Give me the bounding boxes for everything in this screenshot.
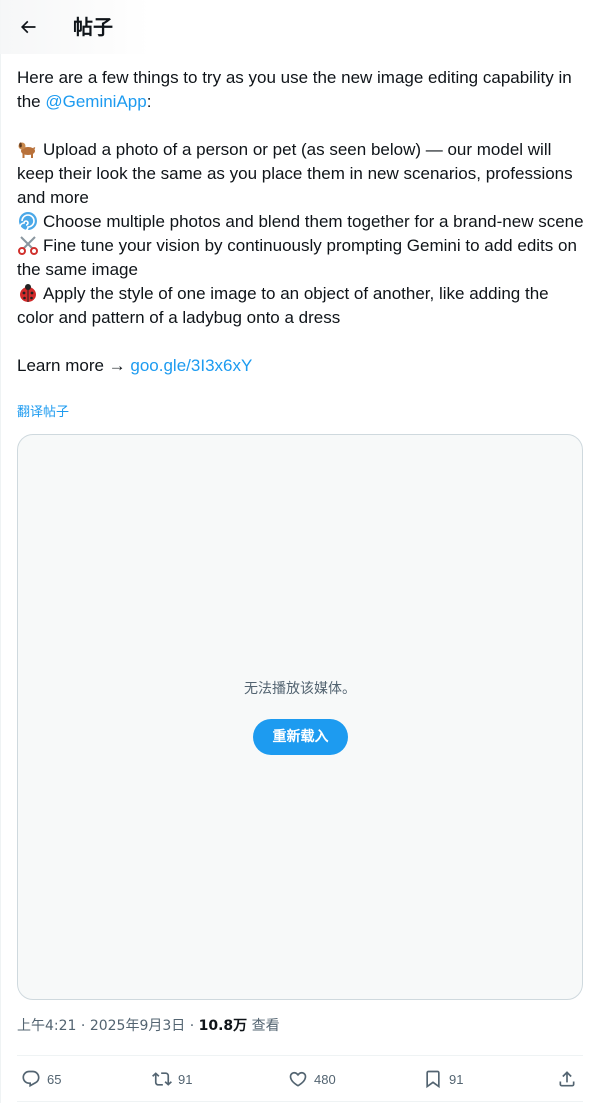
reply-button[interactable]: 65 [21,1056,61,1102]
post-text: Here are a few things to try as you use … [17,66,585,378]
ladybug-icon [20,284,36,302]
page-title: 帖子 [73,15,113,39]
learn-more-label: Learn more → [17,356,131,375]
list-item: Choose multiple photos and blend them to… [17,210,585,234]
heart-icon [289,1071,307,1087]
learn-more-link[interactable]: goo.gle/3I3x6xY [130,356,252,375]
page-header: 帖子 [0,0,599,54]
like-count: 480 [314,1071,336,1087]
views-label: 查看 [247,1018,280,1034]
action-bar: 65 91 480 91 [17,1056,583,1102]
list-item-text: Apply the style of one image to an objec… [17,284,549,327]
list-item-text: Fine tune your vision by continuously pr… [17,236,577,279]
reply-icon [22,1070,40,1088]
intro-end: : [146,92,152,111]
media-container: 无法播放该媒体。 重新载入 [17,434,583,1000]
post-time[interactable]: 上午4:21 [17,1018,76,1034]
repost-count: 91 [178,1071,193,1087]
bookmark-icon [426,1070,440,1089]
bookmark-count: 91 [449,1071,464,1087]
learn-more-line: Learn more → goo.gle/3I3x6xY [17,354,585,378]
views-count: 10.8万 [198,1018,248,1034]
list-item-text: Upload a photo of a person or pet (as se… [17,140,573,207]
mention-link[interactable]: @GeminiApp [45,92,146,111]
meta-separator: · [76,1018,90,1034]
list-item-text: Choose multiple photos and blend them to… [43,212,584,231]
list-item: Apply the style of one image to an objec… [17,282,585,330]
scissors-icon [18,236,38,255]
list-item: Upload a photo of a person or pet (as se… [17,138,585,210]
list-item: Fine tune your vision by continuously pr… [17,234,585,282]
arrow-left-icon [20,20,36,34]
share-button[interactable] [557,1056,577,1102]
post-intro: Here are a few things to try as you use … [17,66,585,114]
reply-count: 65 [47,1071,62,1087]
post-date[interactable]: 2025年9月3日 [90,1018,185,1034]
media-error-message: 无法播放该媒体。 [244,681,356,697]
repost-icon [152,1072,172,1086]
like-button[interactable]: 480 [288,1056,336,1102]
meta-separator: · [185,1018,199,1034]
divider [17,1101,583,1102]
back-button[interactable] [10,9,46,45]
bookmark-button[interactable]: 91 [423,1056,463,1102]
translate-post-link[interactable]: 翻译帖子 [17,404,69,422]
dog-icon [18,142,36,158]
reload-button[interactable]: 重新载入 [253,719,348,755]
post-metadata: 上午4:21 · 2025年9月3日 · 10.8万 查看 [17,1016,280,1036]
repost-button[interactable]: 91 [152,1056,192,1102]
page-left-border [0,0,1,1103]
swirl-icon [19,212,37,231]
share-icon [559,1071,575,1087]
